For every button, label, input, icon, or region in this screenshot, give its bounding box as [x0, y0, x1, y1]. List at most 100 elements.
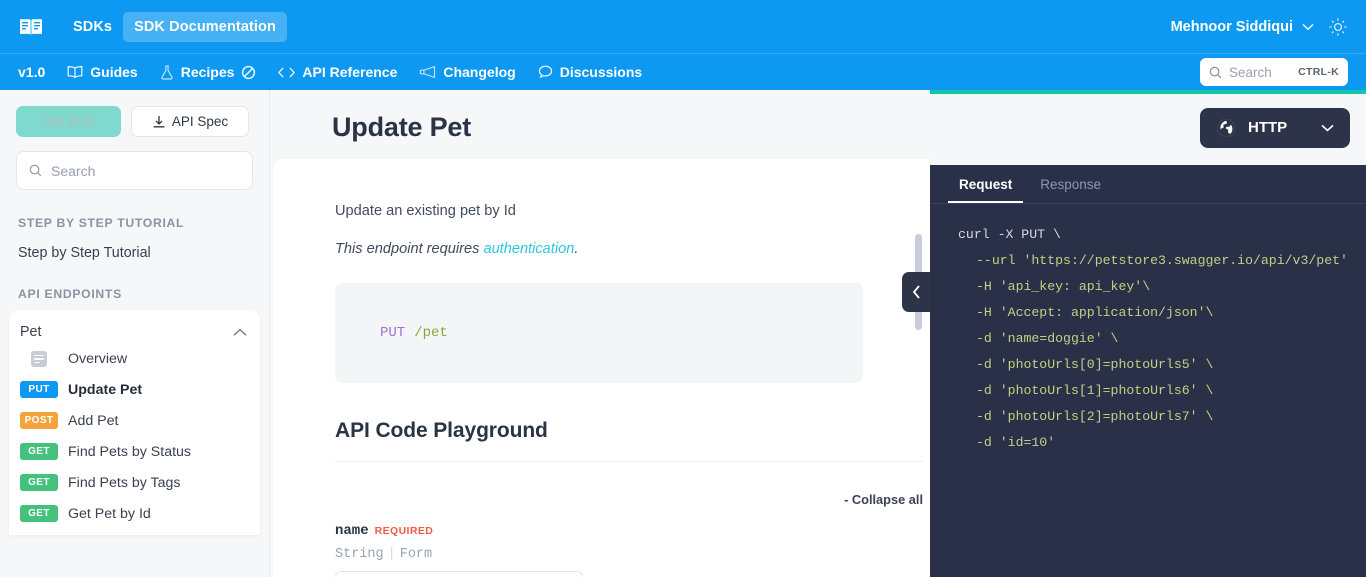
sidebar-item-label: Find Pets by Tags	[68, 474, 181, 491]
code-line: -d 'name=doggie' \	[976, 331, 1119, 346]
sidebar-item-label: Find Pets by Status	[68, 443, 192, 460]
language-selector[interactable]: HTTP	[1200, 107, 1350, 148]
http-verb-badge: POST	[20, 412, 58, 429]
code-line: -H 'Accept: application/json'\	[976, 305, 1214, 320]
nav-label: Discussions	[559, 64, 643, 80]
playground-section-title: API Code Playground	[335, 419, 923, 462]
globe-icon	[1217, 118, 1235, 137]
search-icon	[29, 164, 42, 177]
code-line: curl -X PUT \	[958, 227, 1061, 242]
nav-item-recipes[interactable]: Recipes	[160, 64, 257, 80]
search-icon	[1209, 66, 1222, 78]
nav-label: Recipes	[180, 64, 235, 80]
global-search-box[interactable]: Search CTRL-K	[1200, 58, 1348, 86]
language-label: HTTP	[1248, 119, 1288, 136]
code-line: --url 'https://petstore3.swagger.io/api/…	[976, 253, 1348, 268]
main-content-column: Update Pet Update an existing pet by Id …	[270, 90, 930, 577]
sidebar-item-get-pet-by-id[interactable]: GET Get Pet by Id	[18, 498, 251, 529]
sidebar-search-input[interactable]: Search	[16, 151, 253, 190]
version-selector[interactable]: v1.0	[18, 64, 45, 80]
code-side-panel: HTTP Request Response curl -X PUT \ --ur…	[930, 90, 1366, 577]
code-line: -d 'photoUrls[2]=photoUrls7' \	[976, 409, 1214, 424]
code-line: -H 'api_key: api_key'\	[976, 279, 1151, 294]
api-spec-label: API Spec	[171, 114, 229, 129]
endpoint-description: Update an existing pet by Id	[335, 203, 516, 219]
type-separator: |	[387, 547, 396, 562]
sidebar-item-label: Get Pet by Id	[68, 505, 151, 522]
download-icon	[153, 115, 165, 127]
sidebar-action-row: Get SDK API Spec	[16, 106, 253, 137]
endpoint-path: /pet	[414, 325, 448, 341]
sidebar-item-label: Add Pet	[68, 412, 119, 429]
sidebar-item-find-pets-by-tags[interactable]: GET Find Pets by Tags	[18, 467, 251, 498]
code-panel-tabs: Request Response	[930, 165, 1366, 204]
api-spec-button[interactable]: API Spec	[131, 106, 249, 137]
get-sdk-button[interactable]: Get SDK	[16, 106, 121, 137]
code-line: -d 'photoUrls[0]=photoUrls5' \	[976, 357, 1214, 372]
left-sidebar: Get SDK API Spec Search STEP BY STEP TUT…	[0, 90, 270, 577]
chevron-left-icon	[912, 285, 920, 299]
http-verb-badge: GET	[20, 474, 58, 491]
nav-item-api-reference[interactable]: API Reference	[278, 64, 397, 80]
parameter-name: name	[335, 523, 369, 539]
topbar-link-sdks[interactable]: SDKs	[62, 12, 123, 42]
search-shortcut-hint: CTRL-K	[1298, 66, 1339, 78]
sidebar-group-pet: Pet Overview PUT Update Pet POST Add Pet…	[9, 310, 260, 535]
sidebar-heading-tutorial: STEP BY STEP TUTORIAL	[18, 216, 185, 230]
collapse-all-button[interactable]: - Collapse all	[335, 492, 923, 507]
sidebar-item-label: Overview	[68, 351, 128, 367]
chat-bubble-icon	[538, 65, 553, 79]
nav-label: Changelog	[443, 64, 516, 80]
topbar-link-sdk-documentation[interactable]: SDK Documentation	[123, 11, 287, 42]
code-line: -d 'id=10'	[976, 435, 1056, 450]
sidebar-heading-api-endpoints: API ENDPOINTS	[18, 287, 122, 301]
auth-note-prefix: This endpoint requires	[335, 241, 484, 257]
collapse-panel-button[interactable]	[902, 272, 930, 312]
sidebar-search-placeholder: Search	[51, 162, 96, 179]
book-icon[interactable]	[18, 14, 44, 40]
sidebar-item-step-by-step-tutorial[interactable]: Step by Step Tutorial	[16, 239, 253, 267]
nav-item-guides[interactable]: Guides	[67, 64, 138, 80]
sidebar-item-update-pet[interactable]: PUT Update Pet	[18, 374, 251, 405]
document-icon	[31, 351, 47, 367]
sidebar-item-label: Update Pet	[68, 381, 143, 398]
http-verb-badge: PUT	[20, 381, 58, 398]
book-open-icon	[67, 65, 83, 79]
code-line: -d 'photoUrls[1]=photoUrls6' \	[976, 383, 1214, 398]
parameter-value-input[interactable]	[335, 571, 583, 577]
code-snippet[interactable]: curl -X PUT \ --url 'https://petstore3.s…	[930, 204, 1366, 577]
auth-note-suffix: .	[574, 241, 579, 257]
http-verb-badge: GET	[20, 505, 58, 522]
tab-request[interactable]: Request	[948, 165, 1024, 203]
flask-icon	[160, 64, 174, 80]
nav-item-discussions[interactable]: Discussions	[538, 64, 642, 80]
parameter-block-name: name REQUIRED String | Form	[335, 521, 930, 577]
code-brackets-icon	[278, 66, 296, 79]
search-placeholder: Search	[1229, 64, 1272, 80]
sidebar-group-label: Pet	[20, 324, 42, 340]
nav-label: Guides	[90, 64, 138, 80]
authentication-note: This endpoint requires authentication.	[335, 241, 930, 257]
nav-item-changelog[interactable]: Changelog	[419, 64, 516, 80]
top-header-bar: SDKs SDK Documentation Mehnoor Siddiqui	[0, 0, 1366, 53]
authentication-link[interactable]: authentication	[483, 241, 574, 257]
parameter-type-line: String | Form	[335, 547, 930, 562]
nav-label: API Reference	[302, 64, 398, 80]
chevron-up-icon	[233, 328, 247, 336]
endpoint-url-box: PUT /pet	[335, 283, 863, 383]
page-title: Update Pet	[332, 112, 472, 142]
sidebar-item-overview[interactable]: Overview	[18, 344, 251, 374]
sidebar-item-add-pet[interactable]: POST Add Pet	[18, 405, 251, 436]
content-card: Update an existing pet by Id This endpoi…	[273, 159, 930, 577]
tab-response[interactable]: Response	[1029, 165, 1112, 203]
topbar-right-group: Mehnoor Siddiqui	[1171, 17, 1348, 37]
sun-icon[interactable]	[1328, 17, 1348, 37]
http-verb-badge: GET	[20, 443, 58, 460]
code-panel-header: HTTP	[930, 90, 1366, 165]
sidebar-item-find-pets-by-status[interactable]: GET Find Pets by Status	[18, 436, 251, 467]
sidebar-group-header-pet[interactable]: Pet	[18, 320, 251, 344]
chevron-down-icon	[1321, 124, 1334, 131]
secondary-nav-bar: v1.0 Guides Recipes API Reference Change…	[0, 53, 1366, 94]
page-body: Get SDK API Spec Search STEP BY STEP TUT…	[0, 90, 1366, 577]
user-menu[interactable]: Mehnoor Siddiqui	[1171, 19, 1314, 35]
